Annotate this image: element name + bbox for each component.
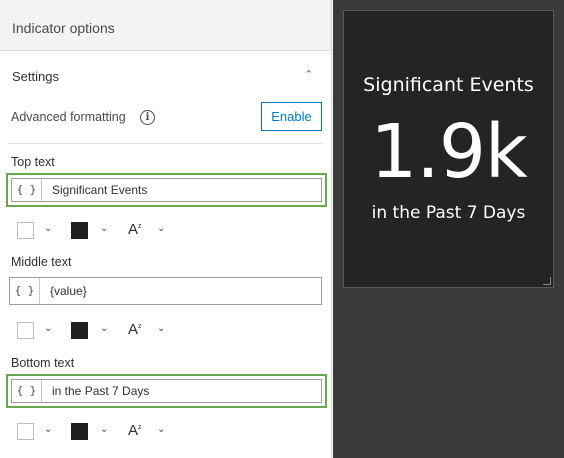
chevron-up-icon[interactable]: ⌃	[304, 68, 313, 81]
middle-text-format-tools: ⌄ ⌄ Az ⌄	[17, 321, 177, 341]
bottom-text-highlight: { } in the Past 7 Days	[6, 374, 327, 408]
background-color-swatch[interactable]	[17, 423, 34, 440]
resize-handle-icon[interactable]	[543, 277, 551, 285]
chevron-down-icon[interactable]: ⌄	[100, 424, 108, 435]
chevron-down-icon[interactable]: ⌄	[44, 424, 52, 435]
text-color-swatch[interactable]	[71, 322, 88, 339]
chevron-down-icon[interactable]: ⌄	[44, 323, 52, 334]
enable-button[interactable]: Enable	[261, 102, 322, 131]
background-color-swatch[interactable]	[17, 322, 34, 339]
indicator-top-text: Significant Events	[363, 74, 534, 96]
bottom-text-label: Bottom text	[11, 356, 75, 370]
divider	[8, 143, 322, 144]
settings-section-header[interactable]: Settings	[12, 69, 59, 84]
indicator-options-panel: Indicator options Settings ⌃ Advanced fo…	[0, 0, 332, 458]
chevron-down-icon[interactable]: ⌄	[44, 223, 52, 234]
chevron-down-icon[interactable]: ⌄	[100, 223, 108, 234]
font-size-icon[interactable]: Az	[128, 321, 142, 338]
indicator-value: 1.9k	[370, 109, 528, 195]
expression-braces-icon[interactable]: { }	[10, 278, 40, 304]
bottom-text-input[interactable]: { } in the Past 7 Days	[11, 379, 322, 403]
info-icon[interactable]: i	[140, 110, 155, 125]
chevron-down-icon[interactable]: ⌄	[100, 323, 108, 334]
top-text-highlight: { } Significant Events	[6, 173, 327, 207]
top-text-input[interactable]: { } Significant Events	[11, 178, 322, 202]
text-color-swatch[interactable]	[71, 222, 88, 239]
middle-text-value: {value}	[50, 284, 87, 298]
panel-title: Indicator options	[0, 0, 331, 51]
advanced-formatting-label: Advanced formatting	[11, 110, 126, 124]
indicator-bottom-text: in the Past 7 Days	[371, 203, 526, 223]
middle-text-input[interactable]: { } {value}	[9, 277, 322, 305]
font-size-icon[interactable]: Az	[128, 221, 142, 238]
bottom-text-value: in the Past 7 Days	[52, 384, 150, 398]
top-text-value: Significant Events	[52, 183, 148, 197]
expression-braces-icon[interactable]: { }	[12, 380, 42, 402]
indicator-card[interactable]: Significant Events 1.9k in the Past 7 Da…	[343, 10, 554, 288]
chevron-down-icon[interactable]: ⌄	[157, 223, 165, 234]
top-text-label: Top text	[11, 155, 55, 169]
text-color-swatch[interactable]	[71, 423, 88, 440]
font-size-icon[interactable]: Az	[128, 422, 142, 439]
background-color-swatch[interactable]	[17, 222, 34, 239]
bottom-text-format-tools: ⌄ ⌄ Az ⌄	[17, 422, 177, 442]
expression-braces-icon[interactable]: { }	[12, 179, 42, 201]
chevron-down-icon[interactable]: ⌄	[157, 424, 165, 435]
top-text-format-tools: ⌄ ⌄ Az ⌄	[17, 221, 177, 241]
middle-text-label: Middle text	[11, 255, 72, 269]
chevron-down-icon[interactable]: ⌄	[157, 323, 165, 334]
